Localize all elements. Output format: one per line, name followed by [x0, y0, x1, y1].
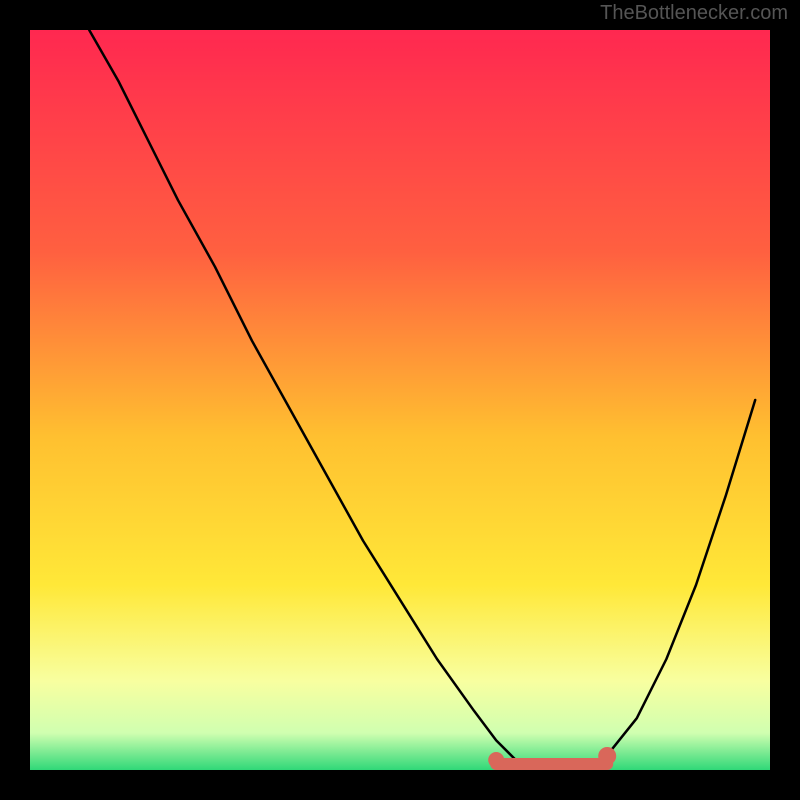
watermark-text: TheBottlenecker.com: [600, 2, 788, 25]
chart-plot: [30, 30, 770, 770]
gradient-background: [30, 30, 770, 770]
chart-svg: [30, 30, 770, 770]
